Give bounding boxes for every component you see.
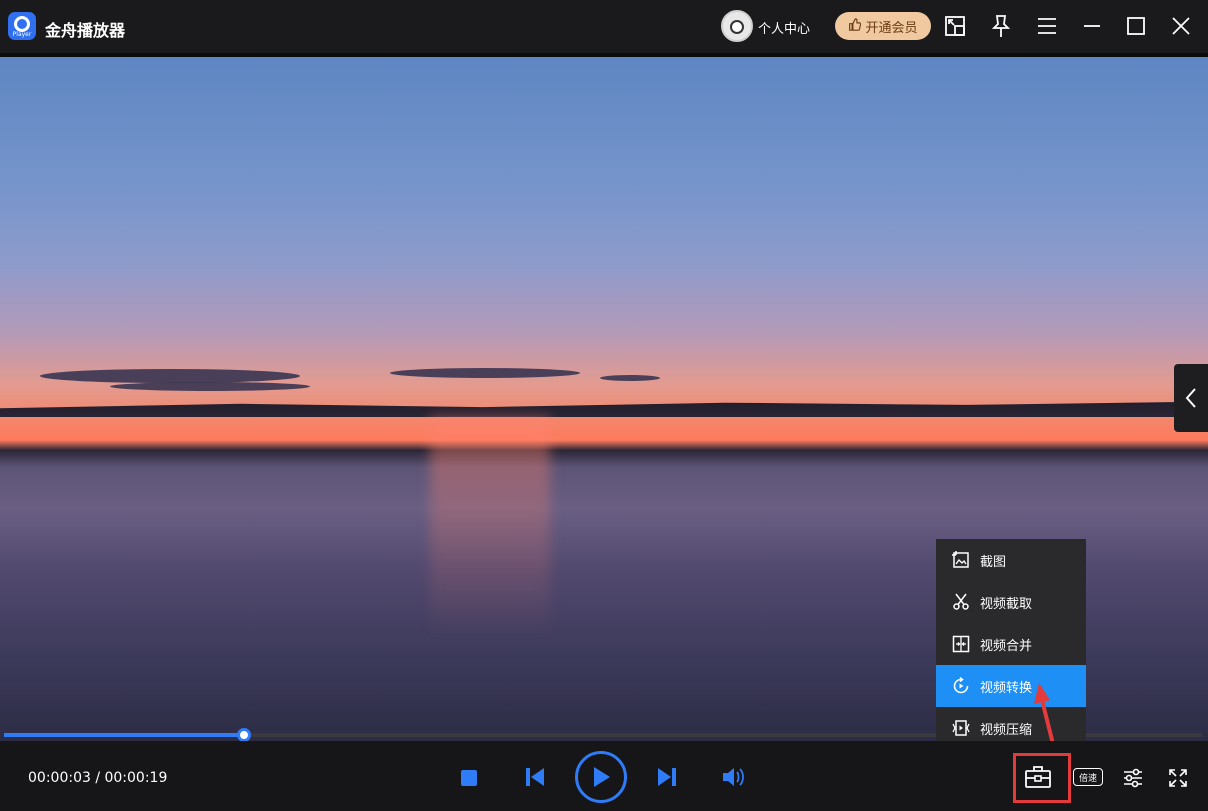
menu-item-screenshot[interactable]: 截图 [936,539,1086,581]
progress-fill [4,733,244,737]
stop-icon [461,770,477,786]
vip-button-label: 开通会员 [865,20,918,36]
skip-back-icon [526,768,544,786]
menu-icon[interactable] [1033,12,1061,40]
compress-icon [952,719,970,737]
menu-item-label: 视频压缩 [980,722,1033,738]
menu-item-merge[interactable]: 视频合并 [936,623,1086,665]
maximize-icon[interactable] [1122,12,1150,40]
fullscreen-button[interactable] [1166,767,1190,789]
menu-item-label: 视频合并 [980,638,1033,654]
scissors-icon [952,593,970,611]
menu-item-clip[interactable]: 视频截取 [936,581,1086,623]
previous-button[interactable] [523,765,547,789]
close-icon[interactable] [1167,12,1195,40]
menu-item-label: 截图 [980,554,1007,570]
volume-icon [723,768,744,786]
merge-icon [952,635,970,653]
logo-text: Player [12,31,32,38]
app-logo: Player [8,12,36,40]
minimize-icon[interactable] [1078,12,1106,40]
stop-button[interactable] [458,767,480,789]
next-button[interactable] [655,765,679,789]
user-center-link[interactable]: 个人中心 [758,18,810,37]
vip-button[interactable]: 开通会员 [835,12,931,40]
chevron-left-icon [1185,388,1196,408]
time-display: 00:00:03 / 00:00:19 [28,770,168,786]
thumbs-up-icon [848,17,862,35]
skip-forward-icon [658,768,676,786]
title-bar: Player 金舟播放器 个人中心 开通会员 [0,0,1208,53]
menu-item-convert[interactable]: 视频转换 [936,665,1086,707]
fullscreen-icon [1169,769,1187,787]
mini-mode-icon[interactable] [941,12,969,40]
convert-icon [952,677,970,695]
toolbox-highlight-box [1013,753,1071,803]
tools-menu: 截图 视频截取 视频合并 视频转换 视频压缩 [936,539,1086,748]
sliders-icon [1124,768,1142,788]
screenshot-icon [952,551,970,569]
avatar[interactable] [721,10,753,42]
volume-button[interactable] [720,765,746,789]
progress-handle[interactable] [236,728,251,742]
play-icon [594,767,610,787]
menu-item-label: 视频截取 [980,596,1033,612]
play-button[interactable] [575,751,627,803]
speed-button[interactable]: 倍速 [1073,768,1103,786]
settings-button[interactable] [1121,767,1145,789]
app-title: 金舟播放器 [45,21,126,40]
pin-icon[interactable] [987,12,1015,40]
playlist-toggle[interactable] [1174,364,1208,432]
menu-item-label: 视频转换 [980,680,1033,696]
